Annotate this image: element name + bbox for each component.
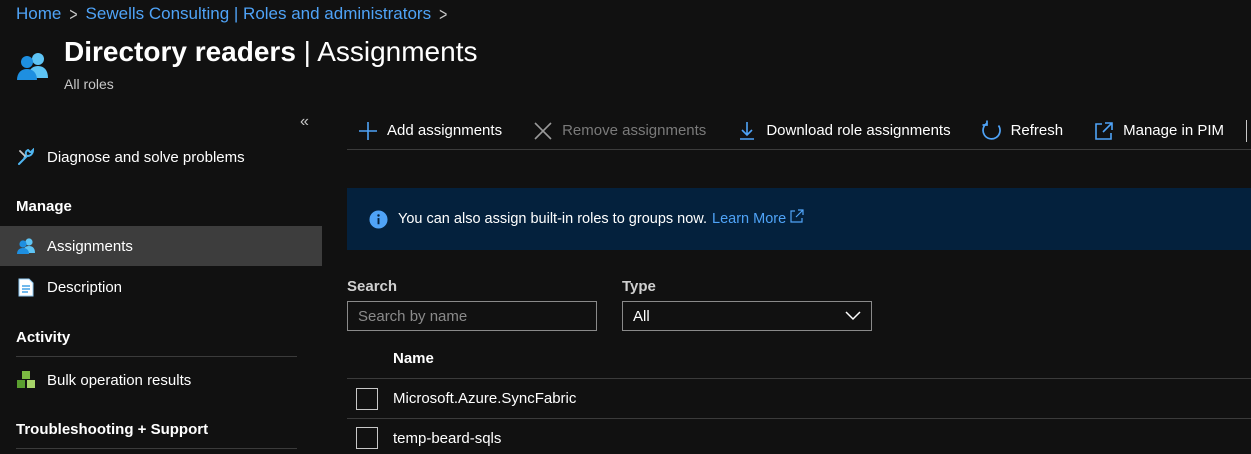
- table-row[interactable]: Microsoft.Azure.SyncFabric: [347, 379, 1251, 419]
- row-name: Microsoft.Azure.SyncFabric: [393, 390, 577, 407]
- external-link-icon: [1093, 120, 1115, 142]
- page-root: Home > Sewells Consulting | Roles and ad…: [0, 0, 1251, 454]
- external-link-icon: [790, 209, 804, 223]
- page-title: Directory readers | Assignments: [64, 36, 477, 68]
- search-input[interactable]: [347, 301, 597, 331]
- sidebar-heading-troubleshooting: Troubleshooting + Support: [16, 421, 297, 449]
- learn-more-link[interactable]: Learn More: [712, 209, 805, 227]
- chevron-down-icon: [845, 311, 861, 321]
- remove-assignments-button[interactable]: Remove assignments: [522, 120, 706, 142]
- users-icon: [17, 53, 48, 80]
- sidebar-item-diagnose[interactable]: Diagnose and solve problems: [0, 137, 322, 177]
- document-icon: [16, 277, 36, 297]
- remove-assignments-label: Remove assignments: [562, 122, 707, 139]
- breadcrumb: Home > Sewells Consulting | Roles and ad…: [16, 3, 455, 25]
- table-row[interactable]: temp-beard-sqls: [347, 418, 1251, 454]
- page-title-section: | Assignments: [295, 36, 478, 67]
- info-banner: You can also assign built-in roles to gr…: [347, 188, 1251, 250]
- chevron-right-icon: >: [69, 3, 78, 25]
- manage-in-pim-button[interactable]: Manage in PIM: [1083, 120, 1224, 142]
- sidebar-heading-manage: Manage: [16, 198, 72, 215]
- page-subtitle: All roles: [64, 76, 114, 92]
- banner-text: You can also assign built-in roles to gr…: [398, 211, 707, 227]
- search-label: Search: [347, 278, 398, 295]
- users-icon: [16, 236, 36, 256]
- breadcrumb-roles[interactable]: Sewells Consulting | Roles and administr…: [86, 4, 432, 24]
- sidebar-heading-activity: Activity: [16, 329, 297, 357]
- row-checkbox[interactable]: [356, 387, 378, 410]
- type-dropdown[interactable]: All: [622, 301, 872, 331]
- info-icon: [369, 209, 388, 229]
- sidebar-item-label: Bulk operation results: [47, 371, 192, 389]
- page-title-role: Directory readers: [64, 36, 296, 67]
- download-role-assignments-button[interactable]: Download role assignments: [726, 120, 951, 142]
- refresh-label: Refresh: [1010, 122, 1064, 139]
- download-role-assignments-label: Download role assignments: [766, 122, 951, 139]
- collapse-sidebar-button[interactable]: «: [300, 113, 309, 131]
- download-icon: [736, 120, 758, 142]
- cubes-icon: [16, 370, 36, 390]
- sidebar-item-label: Diagnose and solve problems: [47, 148, 245, 166]
- column-header-name[interactable]: Name: [393, 350, 434, 367]
- sidebar-item-description[interactable]: Description: [0, 267, 322, 307]
- plus-icon: [357, 120, 379, 142]
- sidebar-item-assignments[interactable]: Assignments: [0, 226, 322, 266]
- toolbar-divider: [1246, 119, 1247, 142]
- sidebar-item-label: Description: [47, 278, 123, 296]
- wrench-icon: [16, 147, 36, 167]
- command-bar: Add assignments Remove assignments Downl…: [347, 112, 1251, 150]
- chevron-right-icon: >: [439, 3, 448, 25]
- add-assignments-label: Add assignments: [387, 122, 503, 139]
- refresh-icon: [981, 120, 1003, 142]
- add-assignments-button[interactable]: Add assignments: [347, 120, 502, 142]
- type-dropdown-value: All: [633, 307, 650, 325]
- x-icon: [532, 120, 554, 142]
- breadcrumb-home[interactable]: Home: [16, 4, 61, 24]
- learn-more-label: Learn More: [712, 211, 787, 227]
- sidebar-item-bulk-results[interactable]: Bulk operation results: [0, 360, 322, 400]
- manage-in-pim-label: Manage in PIM: [1123, 122, 1224, 139]
- type-label: Type: [622, 278, 656, 295]
- refresh-button[interactable]: Refresh: [971, 120, 1064, 142]
- sidebar-item-label: Assignments: [47, 237, 133, 255]
- row-checkbox[interactable]: [356, 427, 378, 449]
- row-name: temp-beard-sqls: [393, 429, 502, 447]
